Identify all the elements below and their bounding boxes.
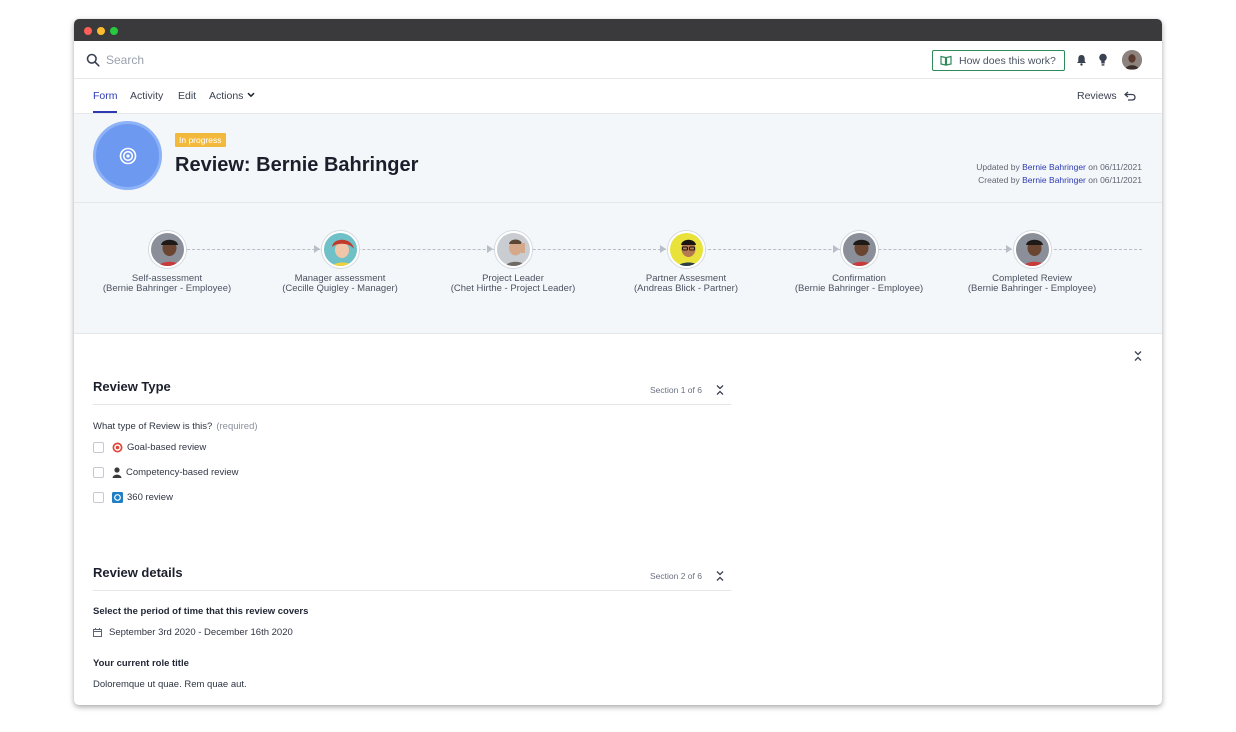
created-by-line: Created by Bernie Bahringer on 06/11/202… <box>978 175 1142 185</box>
step-assignee: (Bernie Bahringer - Employee) <box>794 283 924 294</box>
updated-by-date: on 06/11/2021 <box>1088 162 1142 172</box>
tab-activity[interactable]: Activity <box>130 90 163 102</box>
return-icon <box>1123 91 1136 101</box>
step-assignee: (Chet Hirthe - Project Leader) <box>450 283 576 294</box>
competency-based-checkbox[interactable] <box>93 467 104 478</box>
form-content: Review Type Section 1 of 6 What type of … <box>74 334 1162 705</box>
minimize-window-button[interactable] <box>97 27 105 35</box>
option-competency-based[interactable]: Competency-based review <box>93 467 238 478</box>
reviews-link-label: Reviews <box>1077 90 1117 102</box>
target-icon <box>119 147 136 164</box>
avatar <box>1013 231 1051 268</box>
avatar <box>667 231 705 268</box>
search-input[interactable] <box>106 50 406 70</box>
maximize-window-button[interactable] <box>110 27 118 35</box>
role-title-value: Doloremque ut quae. Rem quae aut. <box>93 679 247 690</box>
role-title-label: Your current role title <box>93 658 189 669</box>
top-bar: How does this work? <box>74 41 1162 79</box>
avatar <box>840 231 878 268</box>
chevron-down-icon <box>247 92 255 98</box>
window-titlebar <box>74 19 1162 41</box>
step-confirmation[interactable]: Confirmation (Bernie Bahringer - Employe… <box>774 231 944 294</box>
step-assignee: (Andreas Blick - Partner) <box>633 283 738 294</box>
tab-form[interactable]: Form <box>93 90 118 102</box>
step-completed-review[interactable]: Completed Review (Bernie Bahringer - Emp… <box>947 231 1117 294</box>
step-assignee: (Cecille Quigley - Manager) <box>282 283 398 294</box>
option-label: Competency-based review <box>126 467 239 478</box>
avatar <box>148 231 186 268</box>
lightbulb-icon[interactable] <box>1098 53 1108 67</box>
avatar <box>494 231 532 268</box>
step-partner-assessment[interactable]: Partner Assesment (Andreas Blick - Partn… <box>601 231 771 294</box>
avatar <box>321 231 359 268</box>
option-label: Goal-based review <box>127 442 207 453</box>
tab-actions-label: Actions <box>209 90 244 102</box>
step-assignee: (Bernie Bahringer - Employee) <box>967 283 1097 294</box>
app-window: How does this work? Form Activity Edit A… <box>74 19 1162 705</box>
bell-icon[interactable] <box>1076 54 1087 66</box>
target-icon <box>112 442 123 453</box>
section-counter: Section 1 of 6 <box>650 385 702 395</box>
section-title-review-type: Review Type <box>93 379 171 394</box>
section-divider <box>93 404 731 405</box>
review-avatar <box>93 121 162 190</box>
search-icon <box>86 53 100 67</box>
section-counter: Section 2 of 6 <box>650 571 702 581</box>
updated-by-line: Updated by Bernie Bahringer on 06/11/202… <box>976 162 1142 172</box>
tab-actions[interactable]: Actions <box>209 90 255 102</box>
reviews-back-link[interactable]: Reviews <box>1077 90 1136 102</box>
close-window-button[interactable] <box>84 27 92 35</box>
user-avatar[interactable] <box>1122 50 1142 70</box>
created-by-prefix: Created by <box>978 175 1020 185</box>
step-project-leader[interactable]: Project Leader (Chet Hirthe - Project Le… <box>428 231 598 294</box>
period-value[interactable]: September 3rd 2020 - December 16th 2020 <box>93 627 293 638</box>
help-button-label: How does this work? <box>959 54 1056 67</box>
created-by-user-link[interactable]: Bernie Bahringer <box>1022 175 1086 185</box>
calendar-icon <box>93 628 102 637</box>
360-review-checkbox[interactable] <box>93 492 104 503</box>
required-indicator: (required) <box>216 421 258 432</box>
period-label: Select the period of time that this revi… <box>93 606 309 617</box>
tab-edit[interactable]: Edit <box>178 90 196 102</box>
question-text: What type of Review is this? <box>93 421 213 432</box>
updated-by-prefix: Updated by <box>976 162 1020 172</box>
step-self-assessment[interactable]: Self-assessment (Bernie Bahringer - Empl… <box>82 231 252 294</box>
360-icon <box>112 492 123 503</box>
tab-bar: Form Activity Edit Actions Reviews <box>74 79 1162 114</box>
status-badge: In progress <box>175 133 226 147</box>
step-assignee: (Bernie Bahringer - Employee) <box>102 283 232 294</box>
workflow-steps: Self-assessment (Bernie Bahringer - Empl… <box>74 203 1162 334</box>
person-icon <box>112 467 122 478</box>
section-title-review-details: Review details <box>93 565 183 580</box>
option-360[interactable]: 360 review <box>93 492 173 503</box>
collapse-all-icon[interactable] <box>1133 350 1143 362</box>
collapse-section-icon[interactable] <box>715 384 725 396</box>
how-does-this-work-button[interactable]: How does this work? <box>932 50 1065 71</box>
page-title: Review: Bernie Bahringer <box>175 154 419 176</box>
option-label: 360 review <box>127 492 173 503</box>
option-goal-based[interactable]: Goal-based review <box>93 442 206 453</box>
book-icon <box>940 55 952 66</box>
active-tab-indicator <box>93 111 117 113</box>
collapse-section-icon[interactable] <box>715 570 725 582</box>
review-type-question: What type of Review is this? (required) <box>93 421 258 432</box>
section-divider <box>93 590 731 591</box>
goal-based-checkbox[interactable] <box>93 442 104 453</box>
review-header: In progress Review: Bernie Bahringer Upd… <box>74 114 1162 203</box>
updated-by-user-link[interactable]: Bernie Bahringer <box>1022 162 1086 172</box>
period-value-text: September 3rd 2020 - December 16th 2020 <box>109 627 293 638</box>
created-by-date: on 06/11/2021 <box>1088 175 1142 185</box>
step-manager-assessment[interactable]: Manager assessment (Cecille Quigley - Ma… <box>255 231 425 294</box>
